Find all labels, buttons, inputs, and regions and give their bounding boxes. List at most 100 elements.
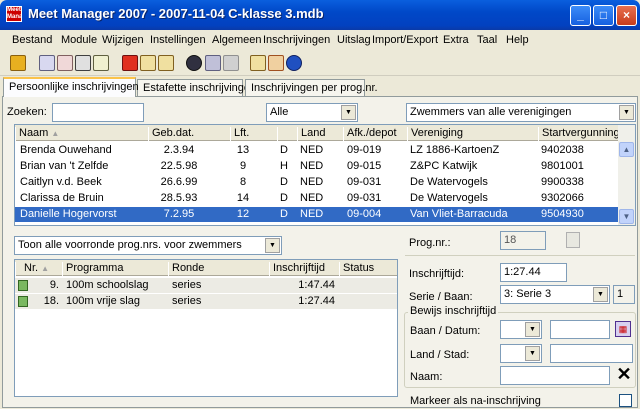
results-report-icon[interactable]	[250, 55, 266, 71]
col-startvergunning[interactable]: Startvergunning	[538, 127, 620, 141]
menu-extra[interactable]: Extra	[443, 34, 469, 46]
country-city-label: Land / Stad:	[410, 349, 470, 361]
menu-taal[interactable]: Taal	[477, 34, 497, 46]
window-title: Meet Manager 2007 - 2007-11-04 C-klasse …	[28, 6, 324, 21]
gender-select[interactable]: Alle ▼	[266, 103, 358, 122]
scroll-up-icon[interactable]: ▲	[619, 142, 634, 157]
swimmer-row[interactable]: Clarissa de Bruin 28.5.93 14 D NED 09-031 De W…	[15, 191, 620, 206]
swimmer-cell: 09-004	[347, 208, 382, 220]
lane-date-label: Baan / Datum:	[410, 325, 481, 337]
menu-help[interactable]: Help	[506, 34, 529, 46]
swim-icon[interactable]	[205, 55, 221, 71]
structure-icon[interactable]	[39, 55, 55, 71]
col-inschrijftijd[interactable]: Inschrijftijd	[269, 262, 339, 276]
prog-number-field: 18	[500, 231, 546, 250]
swimmer-cell: 9402038	[541, 144, 584, 156]
swimmer-row[interactable]: Brian van 't Zelfde 22.5.98 9 H NED 09-015 Z&P…	[15, 159, 620, 174]
swimmer-cell: NED	[300, 192, 324, 204]
tab-inschrijvingen-per-prog[interactable]: Inschrijvingen per prog.nr.	[245, 79, 378, 96]
menu-import-export[interactable]: Import/Export	[372, 34, 438, 46]
export-report-icon[interactable]	[268, 55, 284, 71]
col-afk[interactable]: Afk./depot	[343, 127, 407, 141]
club-select[interactable]: Zwemmers van alle verenigingen ▼	[406, 103, 636, 122]
swimmer-cell: Brian van 't Zelfde	[20, 160, 109, 172]
entries-report-icon[interactable]	[140, 55, 156, 71]
col-land[interactable]: Land	[297, 127, 343, 141]
table-icon[interactable]	[75, 55, 91, 71]
col-status[interactable]: Status	[339, 262, 397, 276]
swimmer-row[interactable]: Danielle Hogervorst 7.2.95 12 D NED 09-004 Van…	[15, 207, 620, 222]
entry-doc-icon	[18, 296, 28, 307]
chevron-down-icon[interactable]: ▼	[341, 105, 356, 120]
calendar-icon[interactable]: ▦	[615, 321, 631, 337]
menu-instellingen[interactable]: Instellingen	[150, 34, 206, 46]
swimmer-row[interactable]: Caitlyn v.d. Beek 26.6.99 8 D NED 09-031 De Wa…	[15, 175, 620, 190]
entry-row[interactable]: 18. 100m vrije slag series 1:27.44	[15, 294, 397, 309]
chevron-down-icon[interactable]: ▼	[525, 322, 540, 337]
swimmer-cell: 9302066	[541, 192, 584, 204]
proof-lane-select[interactable]: ▼	[500, 320, 542, 339]
pen-icon[interactable]	[10, 55, 26, 71]
maximize-button[interactable]: □	[593, 5, 614, 26]
swimmers-table: Naam ▲ Geb.dat. Lft. Land Afk./depot Ver…	[14, 124, 636, 226]
col-ronde[interactable]: Ronde	[168, 262, 269, 276]
swimmer-row[interactable]: Brenda Ouwehand 2.3.94 13 D NED 09-019 LZ 1886…	[15, 143, 620, 158]
person-entries-icon[interactable]	[122, 55, 138, 71]
chevron-down-icon[interactable]: ▼	[525, 346, 540, 361]
heat-select[interactable]: 3: Serie 3 ▼	[500, 285, 610, 304]
proof-name-input[interactable]	[500, 366, 610, 385]
entry-time-input[interactable]: 1:27.44	[500, 263, 567, 282]
minimize-button[interactable]: _	[570, 5, 591, 26]
proof-city-input[interactable]	[550, 344, 633, 363]
menu-module[interactable]: Module	[61, 34, 97, 46]
proof-title: Bewijs inschrijftijd	[408, 305, 499, 317]
globe-icon[interactable]	[286, 55, 302, 71]
sort-asc-icon: ▲	[51, 129, 60, 138]
swimmer-cell: 12	[236, 208, 250, 220]
menu-algemeen[interactable]: Algemeen	[212, 34, 262, 46]
search-input[interactable]	[52, 103, 144, 122]
tab-persoonlijke-inschrijvingen[interactable]: Persoonlijke inschrijvingen	[3, 77, 139, 97]
swimmer-cell: 9504930	[541, 208, 584, 220]
col-naam[interactable]: Naam ▲	[15, 127, 148, 141]
swimmer-cell: 26.6.99	[160, 176, 198, 188]
relay-report-icon[interactable]	[158, 55, 174, 71]
menu-bestand[interactable]: Bestand	[12, 34, 52, 46]
flag-icon[interactable]	[57, 55, 73, 71]
calendar-icon[interactable]	[93, 55, 109, 71]
tab-estafette-inschrijvingen[interactable]: Estafette inschrijvingen	[137, 79, 256, 96]
swimmer-cell: Z&PC Katwijk	[410, 160, 478, 172]
chevron-down-icon[interactable]: ▼	[619, 105, 634, 120]
col-gebdat[interactable]: Geb.dat.	[148, 127, 230, 141]
menu-uitslag[interactable]: Uitslag	[337, 34, 371, 46]
swimmer-cell: 9801001	[541, 160, 584, 172]
col-gender[interactable]	[277, 127, 297, 141]
chevron-down-icon[interactable]: ▼	[593, 287, 608, 302]
menu-inschrijvingen[interactable]: Inschrijvingen	[263, 34, 330, 46]
prog-filter-select[interactable]: Toon alle voorronde prog.nrs. voor zwemm…	[14, 236, 282, 255]
col-lft[interactable]: Lft.	[230, 127, 277, 141]
late-entry-checkbox[interactable]	[619, 394, 632, 407]
swimmer-cell: Brenda Ouwehand	[20, 144, 112, 156]
close-button[interactable]: ×	[616, 5, 637, 26]
swimmer-cell: NED	[300, 176, 324, 188]
chevron-down-icon[interactable]: ▼	[265, 238, 280, 253]
heat-select-value: 3: Serie 3	[504, 288, 552, 300]
entry-cell: 1:27.44	[298, 295, 335, 307]
swimmer-cell: 14	[236, 192, 250, 204]
scroll-down-icon[interactable]: ▼	[619, 209, 634, 224]
swimmer-cell: Danielle Hogervorst	[20, 208, 117, 220]
col-nr[interactable]: Nr. ▲	[15, 262, 62, 276]
entry-row[interactable]: 9. 100m schoolslag series 1:47.44	[15, 278, 397, 293]
col-programma[interactable]: Programma	[62, 262, 168, 276]
menu-wijzigen[interactable]: Wijzigen	[102, 34, 144, 46]
prog-label: Prog.nr.:	[409, 237, 451, 249]
entries-table: Nr. ▲ Programma Ronde Inschrijftijd Stat…	[14, 259, 398, 397]
proof-date-input[interactable]	[550, 320, 610, 339]
swimmers-scrollbar[interactable]: ▲ ▼	[618, 125, 635, 225]
proof-country-select[interactable]: ▼	[500, 344, 542, 363]
stopwatch-icon[interactable]	[186, 55, 202, 71]
clear-x-icon[interactable]: ✕	[614, 365, 634, 385]
col-vereniging[interactable]: Vereniging	[407, 127, 538, 141]
swimmer-cell: 09-031	[347, 192, 382, 204]
